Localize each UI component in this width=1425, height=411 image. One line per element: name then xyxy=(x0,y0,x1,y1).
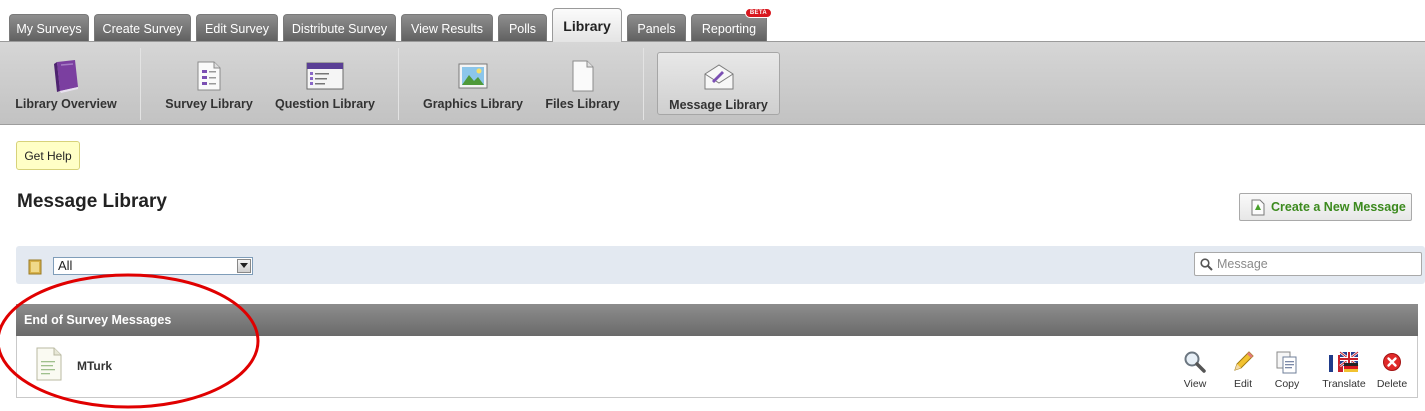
create-button-label: Create a New Message xyxy=(1271,200,1406,214)
toolbar-separator xyxy=(398,48,399,120)
new-document-icon xyxy=(1251,199,1265,216)
message-search[interactable] xyxy=(1194,252,1422,276)
subnav-label: Survey Library xyxy=(165,97,253,111)
filter-bar: All xyxy=(16,246,1425,284)
action-label: Delete xyxy=(1376,378,1408,390)
page-title: Message Library xyxy=(17,191,167,212)
tab-panels[interactable]: Panels xyxy=(627,14,686,42)
picture-icon xyxy=(458,60,488,92)
create-new-message-button[interactable]: Create a New Message xyxy=(1239,193,1412,221)
message-group-header: End of Survey Messages xyxy=(16,304,1418,336)
tab-library[interactable]: Library xyxy=(552,8,622,42)
tab-label: Reporting xyxy=(701,21,757,36)
subnav-label: Graphics Library xyxy=(422,97,524,111)
tab-label: Library xyxy=(563,17,611,34)
translate-action[interactable]: Translate xyxy=(1320,350,1368,390)
tab-label: My Surveys xyxy=(16,21,82,36)
tab-my-surveys[interactable]: My Surveys xyxy=(9,14,89,42)
chevron-down-icon[interactable] xyxy=(237,259,251,273)
subnav-files-library[interactable]: Files Library xyxy=(544,42,621,125)
delete-action[interactable]: Delete xyxy=(1375,350,1409,390)
message-row[interactable]: MTurk View Edit Copy Translate Delete xyxy=(16,336,1418,398)
message-document-icon xyxy=(36,347,62,384)
magnifier-icon xyxy=(1183,350,1207,374)
copy-action[interactable]: Copy xyxy=(1272,350,1302,390)
pencil-icon xyxy=(1231,350,1255,374)
search-input[interactable] xyxy=(1217,257,1417,271)
subnav-label: Message Library xyxy=(669,98,768,112)
beta-badge: BETA xyxy=(744,8,772,18)
file-icon xyxy=(571,60,595,92)
edit-action[interactable]: Edit xyxy=(1231,350,1255,390)
tab-label: Panels xyxy=(637,21,676,36)
action-label: Translate xyxy=(1322,378,1366,390)
subnav-graphics-library[interactable]: Graphics Library xyxy=(422,42,524,125)
tab-reporting[interactable]: Reporting BETA xyxy=(691,8,772,42)
group-title: End of Survey Messages xyxy=(24,313,172,327)
folder-filter-select[interactable]: All xyxy=(53,257,253,275)
folder-icon xyxy=(28,259,42,278)
subnav-label: Files Library xyxy=(545,97,620,111)
delete-icon xyxy=(1382,350,1402,374)
subnav-message-library[interactable]: Message Library xyxy=(657,52,780,115)
toolbar-separator xyxy=(140,48,141,120)
toolbar-separator xyxy=(643,48,644,120)
flags-icon xyxy=(1328,350,1360,374)
action-label: Edit xyxy=(1233,378,1253,390)
tab-label: View Results xyxy=(410,21,484,36)
tab-edit-survey[interactable]: Edit Survey xyxy=(196,14,278,42)
subnav-label: Library Overview xyxy=(15,97,117,111)
tab-create-survey[interactable]: Create Survey xyxy=(94,14,191,42)
action-label: Copy xyxy=(1274,378,1300,390)
search-icon xyxy=(1200,257,1213,271)
get-help-button[interactable]: Get Help xyxy=(16,141,80,170)
message-name[interactable]: MTurk xyxy=(77,359,112,373)
library-subnav: Library Overview Survey Library Question… xyxy=(0,42,1425,125)
tab-label: Distribute Survey xyxy=(291,21,388,36)
main-tab-bar: My Surveys Create Survey Edit Survey Dis… xyxy=(0,0,1425,42)
tab-distribute-survey[interactable]: Distribute Survey xyxy=(283,14,396,42)
survey-doc-icon xyxy=(196,60,222,92)
subnav-survey-library[interactable]: Survey Library xyxy=(165,42,253,125)
book-icon xyxy=(51,60,81,93)
subnav-label: Question Library xyxy=(274,97,376,111)
subnav-library-overview[interactable]: Library Overview xyxy=(14,42,118,125)
select-value: All xyxy=(58,258,73,273)
copy-icon xyxy=(1275,350,1299,374)
tab-label: Edit Survey xyxy=(205,21,269,36)
question-list-icon xyxy=(306,60,344,92)
tab-label: Create Survey xyxy=(102,21,183,36)
subnav-question-library[interactable]: Question Library xyxy=(274,42,376,125)
action-label: View xyxy=(1183,378,1207,390)
tab-label: Polls xyxy=(508,21,537,36)
tab-polls[interactable]: Polls xyxy=(498,14,547,42)
tab-view-results[interactable]: View Results xyxy=(401,14,493,42)
view-action[interactable]: View xyxy=(1181,350,1209,390)
envelope-icon xyxy=(703,61,735,93)
